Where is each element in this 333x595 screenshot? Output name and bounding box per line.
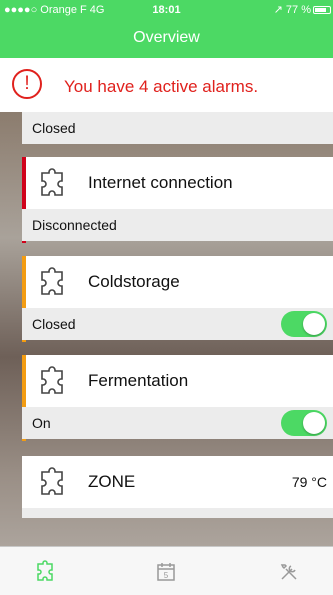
puzzle-icon xyxy=(41,267,63,295)
tools-icon[interactable] xyxy=(277,560,301,584)
top-bar: ●●●●○ Orange F 4G 18:01 ↗ 77 % Overview xyxy=(0,0,333,58)
device-status: Closed xyxy=(22,112,333,144)
device-card[interactable]: Coldstorage Closed xyxy=(0,256,333,342)
device-card[interactable]: Closed xyxy=(0,112,333,144)
device-name: Fermentation xyxy=(88,371,189,390)
device-toggle[interactable] xyxy=(281,311,327,337)
battery-icon xyxy=(313,6,331,14)
device-name: Internet connection xyxy=(88,173,233,192)
calendar-day: 5 xyxy=(164,571,169,580)
device-card-header[interactable]: ZONE 79 °C xyxy=(22,456,333,508)
battery-percentage: ↗ 77 % xyxy=(273,4,311,16)
device-card-header[interactable]: Internet connection xyxy=(22,157,333,209)
device-toggle[interactable] xyxy=(281,410,327,436)
calendar-icon[interactable]: 5 xyxy=(154,560,178,584)
tab-bar: 5 xyxy=(0,546,333,595)
puzzle-icon xyxy=(41,366,63,394)
device-card-header[interactable]: Coldstorage xyxy=(22,256,333,308)
device-card-header[interactable]: Fermentation xyxy=(22,355,333,407)
device-value: 79 °C xyxy=(291,474,327,490)
puzzle-icon xyxy=(41,168,63,196)
device-name: Coldstorage xyxy=(88,272,180,291)
device-card[interactable]: Fermentation On xyxy=(0,355,333,441)
puzzle-icon xyxy=(41,467,63,495)
status-bar: ●●●●○ Orange F 4G 18:01 ↗ 77 % xyxy=(0,0,333,20)
device-card[interactable]: ZONE 79 °C xyxy=(0,456,333,518)
puzzle-icon[interactable] xyxy=(34,560,58,584)
page-title: Overview xyxy=(133,29,200,46)
device-status: Disconnected xyxy=(22,209,333,241)
alarm-banner[interactable]: ! You have 4 active alarms. xyxy=(0,58,333,112)
device-name: ZONE xyxy=(88,472,136,491)
device-status xyxy=(22,508,333,518)
alarm-message: You have 4 active alarms. xyxy=(64,77,259,96)
alert-circle-icon: ! xyxy=(12,69,42,99)
device-card[interactable]: Internet connection Disconnected xyxy=(0,157,333,243)
